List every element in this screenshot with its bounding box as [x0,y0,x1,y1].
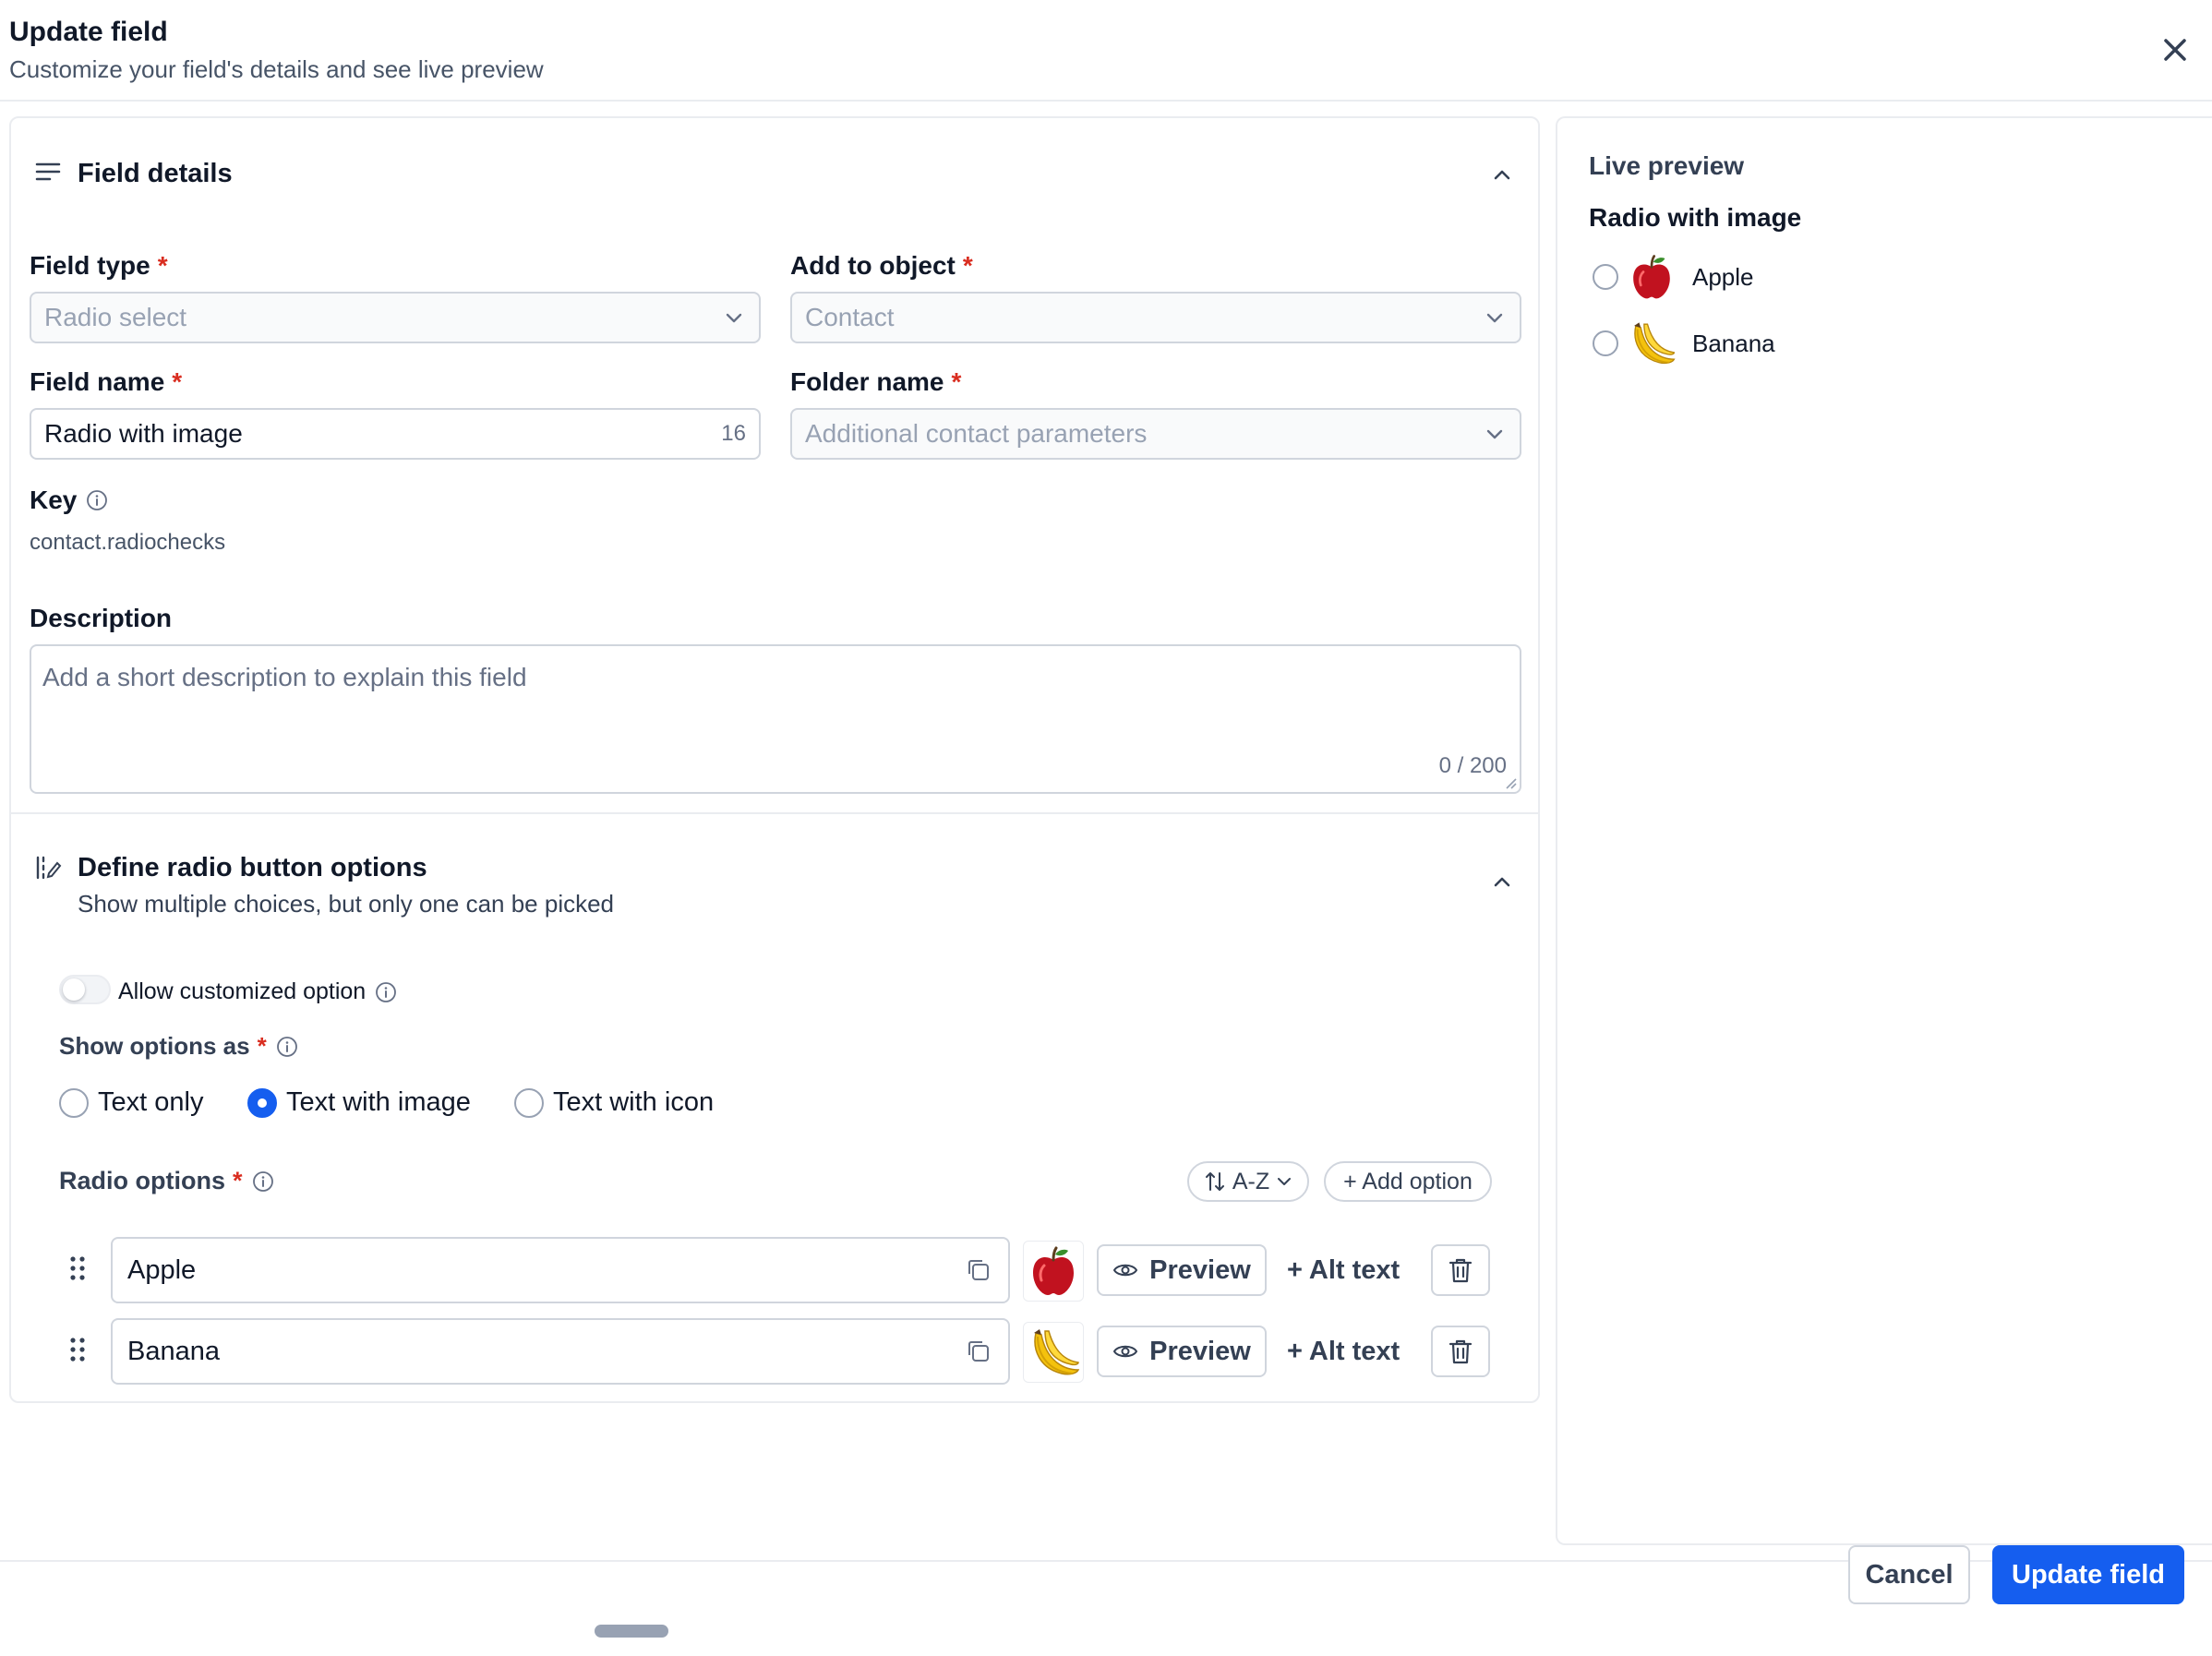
add-to-object-select[interactable]: Contact [790,292,1521,343]
description-label: Description [30,604,173,632]
info-icon[interactable] [252,1170,274,1193]
live-preview-title: Live preview [1589,151,1745,180]
copy-icon[interactable] [964,1255,993,1285]
chevron-down-icon [1486,429,1503,439]
close-icon [2164,39,2186,61]
apple-image[interactable] [1023,1241,1084,1302]
apple-image [1626,251,1677,303]
radio-options-title: Define radio button options [78,853,427,882]
cancel-button[interactable]: Cancel [1848,1545,1970,1604]
add-to-object-label: Add to object * [790,251,973,280]
update-field-button[interactable]: Update field [1992,1545,2184,1604]
copy-icon[interactable] [964,1337,993,1366]
sort-arrows-icon [1205,1172,1224,1191]
folder-name-label: Folder name * [790,367,962,396]
chevron-down-icon [726,313,742,323]
option-input[interactable]: Banana [111,1318,1010,1385]
field-details-title: Field details [78,159,233,188]
radio-button[interactable] [514,1087,544,1118]
modal-subtitle: Customize your field's details and see l… [9,55,544,83]
delete-option-button[interactable] [1431,1244,1490,1296]
alt-text-button[interactable]: + Alt text [1287,1326,1400,1377]
section-divider [11,812,1538,814]
folder-name-select[interactable]: Additional contact parameters [790,408,1521,460]
radio-options-subtitle: Show multiple choices, but only one can … [78,890,615,918]
list-edit-icon [36,856,62,880]
key-value: contact.radiochecks [30,530,226,555]
resize-handle-icon[interactable] [1504,776,1517,789]
alt-text-button[interactable]: + Alt text [1287,1244,1400,1296]
key-label: Key [30,486,108,515]
radio-button[interactable] [1593,264,1618,290]
text-lines-icon [35,162,61,181]
radio-button[interactable] [1593,330,1618,356]
info-icon[interactable] [276,1036,298,1058]
char-count: 16 [721,421,746,446]
toggle-knob [63,978,85,1001]
show-as-text-only[interactable]: Text only [59,1087,203,1118]
add-option-button[interactable]: + Add option [1324,1161,1492,1202]
drag-handle-icon[interactable] [66,1333,89,1366]
eye-icon [1113,1345,1138,1358]
banana-image [1626,318,1677,369]
apple-icon [1633,255,1670,299]
chevron-down-icon [1278,1178,1292,1185]
banana-icon [1634,322,1676,365]
info-icon[interactable] [86,489,108,511]
live-preview-card: Live preview Radio with image Apple Bana… [1556,116,2212,1545]
field-name-input[interactable]: Radio with image 16 [30,408,761,460]
trash-icon [1449,1339,1473,1364]
allow-custom-toggle[interactable] [59,975,111,1004]
field-name-label: Field name * [30,367,183,396]
chevron-up-icon[interactable] [1488,161,1516,188]
field-form-card: Field details Field type * Radio select A… [9,116,1540,1403]
option-row-banana: Banana Preview + Alt text [11,1318,1538,1386]
live-preview-option-apple[interactable]: Apple [1593,251,1754,303]
preview-button[interactable]: Preview [1097,1326,1267,1377]
info-icon[interactable] [375,981,397,1003]
option-row-apple: Apple Preview + Alt text [11,1237,1538,1305]
live-preview-field-name: Radio with image [1589,203,1802,232]
radio-button-selected[interactable] [247,1087,277,1118]
preview-button[interactable]: Preview [1097,1244,1267,1296]
banana-image[interactable] [1023,1322,1084,1383]
eye-icon [1113,1264,1138,1277]
modal-header: Update field Customize your field's deta… [0,0,2212,102]
description-counter: 0 / 200 [1438,753,1507,778]
drag-handle[interactable] [595,1625,668,1638]
option-input[interactable]: Apple [111,1237,1010,1303]
trash-icon [1449,1258,1473,1283]
chevron-down-icon [1486,313,1503,323]
apple-icon [1033,1246,1074,1295]
banana-icon [1034,1329,1080,1375]
sort-button[interactable]: A-Z [1187,1161,1309,1202]
radio-button[interactable] [59,1087,89,1118]
show-as-text-with-icon[interactable]: Text with icon [514,1087,714,1118]
show-options-as-label: Show options as * [59,1032,298,1061]
field-type-label: Field type * [30,251,168,280]
show-as-text-with-image[interactable]: Text with image [247,1087,471,1118]
delete-option-button[interactable] [1431,1326,1490,1377]
radio-options-label: Radio options * [59,1167,274,1195]
allow-custom-label: Allow customized option [118,978,397,1005]
live-preview-option-banana[interactable]: Banana [1593,318,1775,369]
modal-title: Update field [9,17,168,47]
drag-handle-icon[interactable] [66,1252,89,1285]
description-textarea[interactable]: Add a short description to explain this … [30,644,1521,794]
close-button[interactable] [2155,30,2195,70]
chevron-up-icon[interactable] [1488,868,1516,895]
field-type-select[interactable]: Radio select [30,292,761,343]
